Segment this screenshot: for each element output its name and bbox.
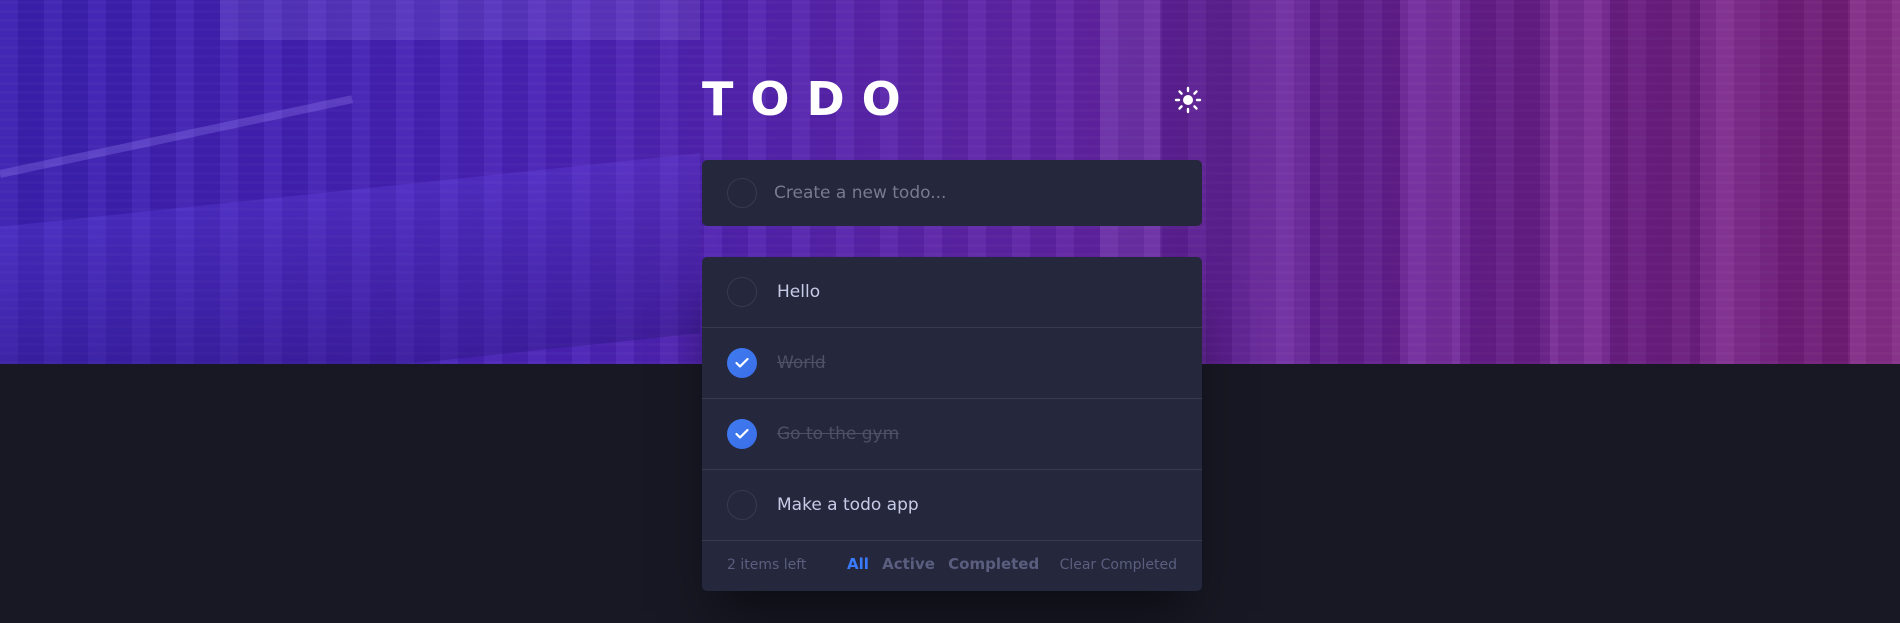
sun-icon — [1174, 86, 1202, 114]
todo-label: Go to the gym — [777, 424, 900, 444]
todo-checkbox[interactable] — [727, 490, 757, 520]
check-icon — [735, 357, 749, 368]
filter-all[interactable]: All — [847, 555, 869, 573]
todo-item[interactable]: Make a todo app — [702, 470, 1202, 541]
todo-label: Make a todo app — [777, 495, 919, 515]
todo-footer: 2 items left All Active Completed Clear … — [702, 541, 1202, 591]
clear-completed-button[interactable]: Clear Completed — [1060, 557, 1177, 573]
items-left-count: 2 items left — [727, 557, 807, 573]
hero-floor — [0, 153, 700, 364]
todo-label: Hello — [777, 282, 821, 302]
new-todo-checkbox[interactable] — [727, 178, 757, 208]
page-title: TODO — [702, 72, 918, 126]
todo-checkbox[interactable] — [727, 277, 757, 307]
filter-group: All Active Completed — [847, 555, 1047, 573]
check-icon — [735, 428, 749, 439]
todo-list: Hello World Go to the gym Make a todo ap… — [702, 257, 1202, 591]
theme-toggle-button[interactable] — [1174, 86, 1202, 114]
todo-checkbox-checked[interactable] — [727, 419, 757, 449]
filter-completed[interactable]: Completed — [948, 555, 1039, 573]
hero-rail — [0, 95, 353, 178]
todo-item[interactable]: Hello — [702, 257, 1202, 328]
app-header: TODO — [702, 74, 1202, 124]
hero-pillars — [1100, 0, 1900, 364]
todo-item[interactable]: Go to the gym — [702, 399, 1202, 470]
filter-active[interactable]: Active — [882, 555, 935, 573]
todo-item[interactable]: World — [702, 328, 1202, 399]
new-todo-panel — [702, 160, 1202, 226]
todo-checkbox-checked[interactable] — [727, 348, 757, 378]
new-todo-input[interactable] — [774, 177, 1174, 209]
todo-label: World — [777, 353, 826, 373]
hero-ceiling — [220, 0, 700, 40]
